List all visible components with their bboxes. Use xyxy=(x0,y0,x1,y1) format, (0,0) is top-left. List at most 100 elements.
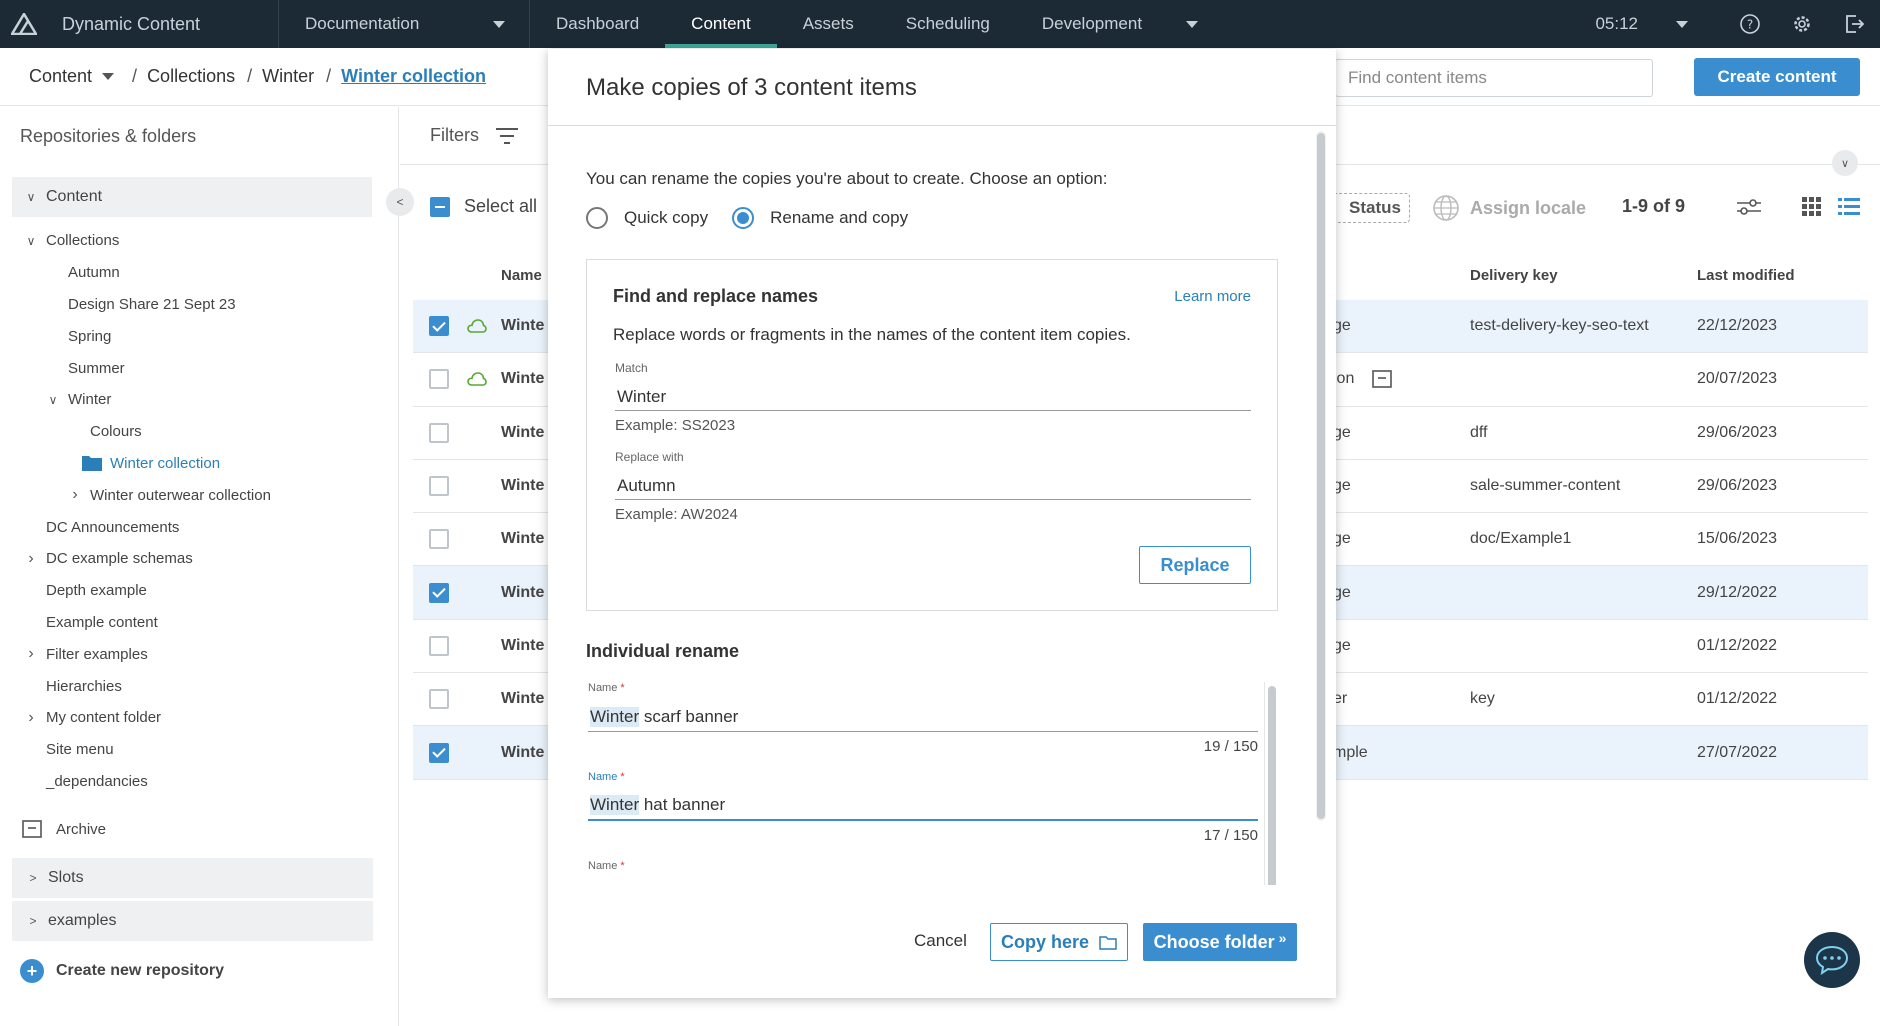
select-all-checkbox[interactable] xyxy=(430,196,450,217)
sliders-icon[interactable] xyxy=(1736,194,1762,220)
chevron-right-icon[interactable]: › xyxy=(24,645,38,663)
sidebar-item[interactable]: Design Share 21 Sept 23 xyxy=(0,289,398,321)
cancel-button[interactable]: Cancel xyxy=(914,931,967,951)
tab-scheduling[interactable]: Scheduling xyxy=(880,0,1016,48)
row-name[interactable]: Winte xyxy=(501,530,544,548)
sidebar-item[interactable]: Summer xyxy=(0,352,398,384)
name-input[interactable]: Winter scarf banner xyxy=(588,702,1258,732)
tab-assets[interactable]: Assets xyxy=(777,0,880,48)
name-input[interactable]: Winter hat banner xyxy=(588,791,1258,821)
replace-input[interactable]: Autumn xyxy=(615,472,1251,500)
learn-more-link[interactable]: Learn more xyxy=(1174,288,1251,305)
sidebar-item[interactable]: › Filter examples xyxy=(0,638,398,670)
choose-folder-button[interactable]: Choose folder » xyxy=(1143,923,1297,961)
collapse-sidebar-icon[interactable]: < xyxy=(386,188,414,216)
chevron-down-icon[interactable]: ∨ xyxy=(46,393,60,407)
copy-here-button[interactable]: Copy here xyxy=(990,923,1128,961)
help-icon[interactable]: ? xyxy=(1724,0,1776,48)
chevron-down-icon[interactable] xyxy=(102,73,115,80)
list-view-icon[interactable] xyxy=(1836,194,1862,220)
chat-icon[interactable] xyxy=(1804,932,1860,988)
row-checkbox[interactable] xyxy=(429,529,449,550)
create-content-button[interactable]: Create content xyxy=(1694,58,1860,96)
row-checkbox[interactable] xyxy=(429,635,449,656)
chevron-right-icon[interactable]: › xyxy=(24,550,38,568)
sidebar-item[interactable]: Spring xyxy=(0,320,398,352)
sidebar-item-label: Colours xyxy=(90,423,142,441)
row-name[interactable]: Winte xyxy=(501,584,544,602)
create-new-repository-button[interactable]: + Create new repository xyxy=(20,959,224,983)
sidebar-item-content[interactable]: ∨ Content xyxy=(12,177,372,217)
row-checkbox[interactable] xyxy=(429,422,449,443)
chevron-right-icon[interactable]: › xyxy=(24,709,38,727)
clock-dropdown-icon[interactable] xyxy=(1676,20,1688,28)
row-name[interactable]: Winte xyxy=(501,370,544,388)
select-all[interactable]: Select all xyxy=(430,196,537,217)
tab-content[interactable]: Content xyxy=(665,0,777,48)
breadcrumb-current[interactable]: Winter collection xyxy=(341,66,486,87)
chevron-down-icon[interactable]: ∨ xyxy=(1832,150,1858,176)
sidebar-item[interactable]: DC Announcements xyxy=(0,511,398,543)
sidebar-item[interactable]: ∨ Collections xyxy=(0,225,398,257)
logout-icon[interactable] xyxy=(1828,0,1880,48)
filters-label[interactable]: Filters xyxy=(430,125,479,146)
status-filter-chip[interactable]: Status xyxy=(1330,193,1410,223)
row-checkbox[interactable] xyxy=(429,689,449,710)
chevron-down-icon[interactable]: ∨ xyxy=(24,234,38,248)
replace-button[interactable]: Replace xyxy=(1139,546,1251,584)
row-name[interactable]: Winte xyxy=(501,317,544,335)
sidebar-item[interactable]: › DC example schemas xyxy=(0,543,398,575)
sidebar-item[interactable]: Hierarchies xyxy=(0,670,398,702)
row-name[interactable]: Winte xyxy=(501,477,544,495)
row-name[interactable]: Winte xyxy=(501,744,544,762)
assign-locale-button[interactable]: Assign locale xyxy=(1432,194,1586,222)
breadcrumb-winter[interactable]: Winter xyxy=(262,66,314,87)
match-input[interactable]: Winter xyxy=(615,383,1251,411)
filter-icon[interactable] xyxy=(495,127,519,145)
sidebar-item[interactable]: Colours xyxy=(0,416,398,448)
quick-copy-label[interactable]: Quick copy xyxy=(624,208,708,228)
sidebar-item[interactable]: _dependancies xyxy=(0,766,398,798)
required-mark: * xyxy=(620,771,625,783)
row-checkbox[interactable] xyxy=(429,476,449,497)
row-checkbox[interactable] xyxy=(429,742,449,763)
app-logo-icon[interactable] xyxy=(0,0,48,48)
column-last-modified[interactable]: Last modified xyxy=(1697,267,1795,284)
sidebar-item[interactable]: Depth example xyxy=(0,575,398,607)
sidebar-item[interactable]: Example content xyxy=(0,607,398,639)
row-checkbox[interactable] xyxy=(429,582,449,603)
breadcrumb-collections[interactable]: Collections xyxy=(147,66,235,87)
sidebar-item[interactable]: › My content folder xyxy=(0,702,398,734)
breadcrumb-root[interactable]: Content xyxy=(29,66,92,87)
search-input[interactable]: Find content items xyxy=(1335,59,1653,97)
tab-development[interactable]: Development xyxy=(1016,0,1224,48)
chevron-down-icon[interactable]: ∨ xyxy=(24,190,38,204)
quick-copy-radio[interactable] xyxy=(586,207,608,229)
sidebar-item-slots[interactable]: > Slots xyxy=(12,858,373,898)
sidebar-item-examples[interactable]: > examples xyxy=(12,901,373,941)
tab-dashboard[interactable]: Dashboard xyxy=(530,0,665,48)
rename-list-scrollbar[interactable] xyxy=(1264,682,1278,885)
grid-view-icon[interactable] xyxy=(1799,194,1825,220)
row-name[interactable]: Winte xyxy=(501,637,544,655)
sidebar-item[interactable]: Autumn xyxy=(0,257,398,289)
row-checkbox[interactable] xyxy=(429,369,449,390)
hub-name: Documentation xyxy=(305,14,420,33)
sidebar-item[interactable]: Site menu xyxy=(0,734,398,766)
rename-and-copy-radio[interactable] xyxy=(732,207,755,229)
chevron-right-icon[interactable]: › xyxy=(68,486,82,504)
sidebar-item[interactable]: ∨ Winter xyxy=(0,384,398,416)
hub-selector[interactable]: Documentation xyxy=(279,14,529,34)
sidebar-item[interactable]: Winter collection xyxy=(0,448,398,480)
column-delivery-key[interactable]: Delivery key xyxy=(1470,267,1558,284)
row-status-fragment: mple xyxy=(1333,743,1368,761)
sidebar-item-label: Winter xyxy=(68,391,112,409)
settings-gear-icon[interactable] xyxy=(1776,0,1828,48)
row-name[interactable]: Winte xyxy=(501,424,544,442)
column-name[interactable]: Name xyxy=(501,267,542,284)
row-name[interactable]: Winte xyxy=(501,690,544,708)
sidebar-item-archive[interactable]: Archive xyxy=(22,820,106,838)
sidebar-item[interactable]: › Winter outerwear collection xyxy=(0,479,398,511)
row-checkbox[interactable] xyxy=(429,316,449,337)
rename-and-copy-label[interactable]: Rename and copy xyxy=(770,208,908,228)
